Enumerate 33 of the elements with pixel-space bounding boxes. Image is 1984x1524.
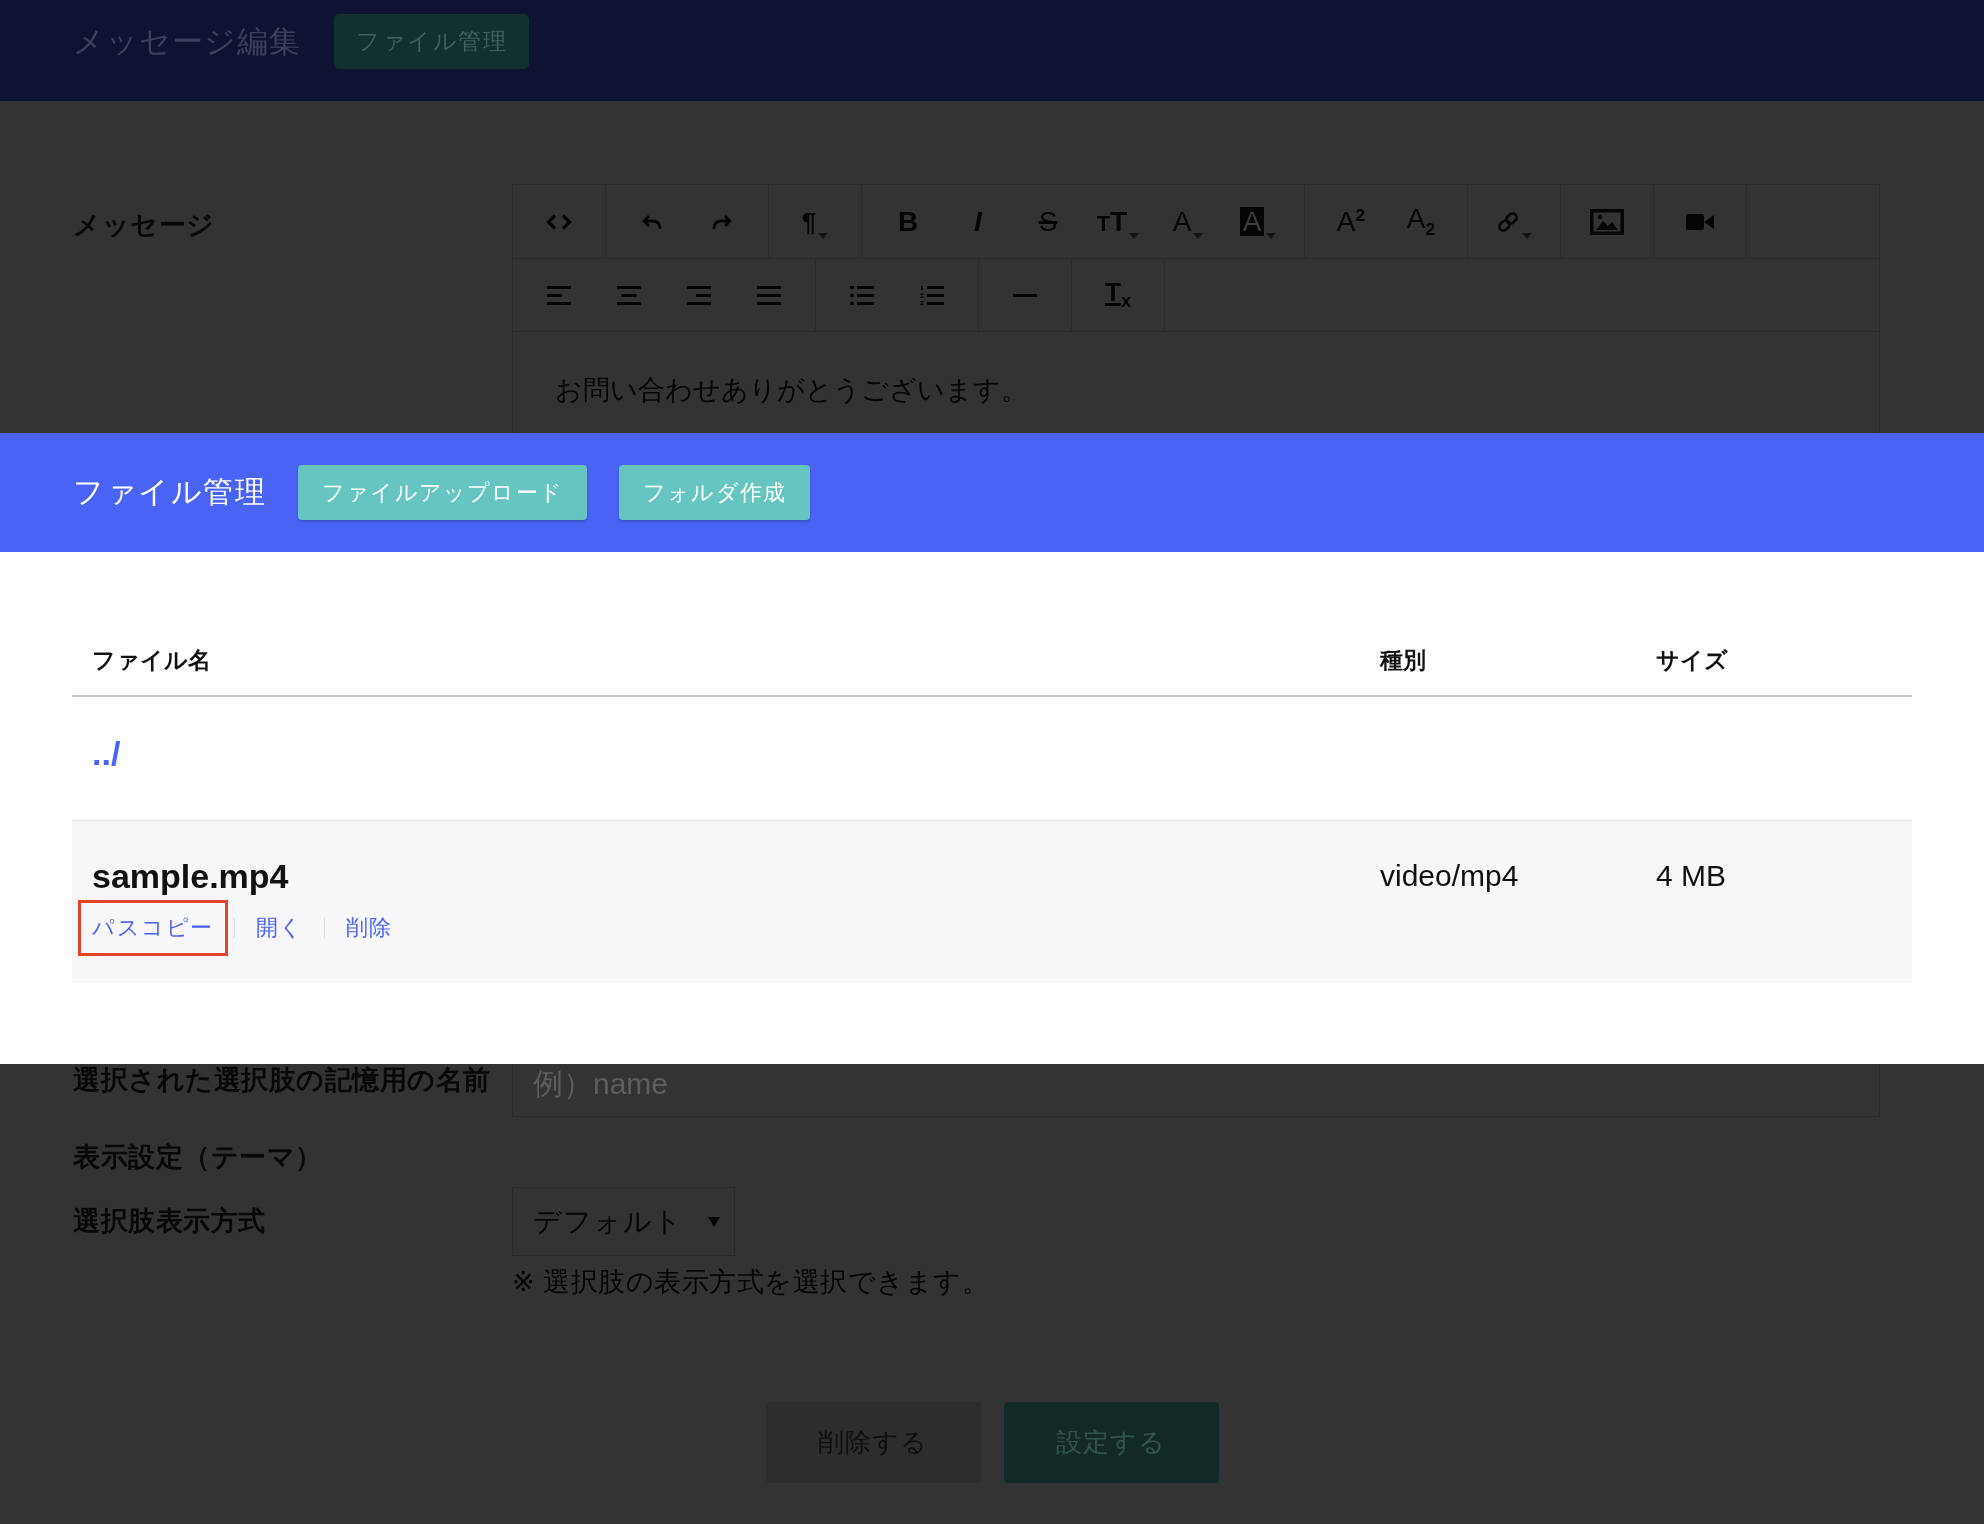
paragraph-format-button[interactable]: ¶ — [780, 185, 850, 258]
caret-icon — [818, 232, 829, 239]
numbered-list-icon — [920, 285, 944, 305]
horizontal-line-icon — [1013, 293, 1037, 297]
action-link[interactable]: パスコピー — [78, 900, 228, 956]
bullet-list-icon — [850, 285, 874, 305]
code-icon — [546, 213, 572, 230]
redo-icon — [711, 213, 733, 230]
column-header: サイズ — [1655, 646, 1728, 675]
image-icon — [1590, 208, 1624, 235]
file-name: sample.mp4 — [92, 856, 289, 896]
caret-icon — [1193, 232, 1204, 239]
action-link[interactable]: 削除 — [331, 900, 407, 956]
modal-button[interactable]: ファイルアップロード — [298, 465, 587, 520]
modal-button[interactable]: フォルダ作成 — [619, 465, 811, 520]
column-header: 種別 — [1379, 646, 1426, 675]
table-cell-text: video/mp4 — [1379, 858, 1519, 894]
link-icon — [1496, 209, 1520, 234]
table-cell-text: 4 MB — [1655, 858, 1727, 894]
align-center-icon — [617, 285, 641, 305]
caret-icon — [708, 1216, 720, 1227]
align-justify-icon — [757, 285, 781, 305]
parent-folder-link[interactable]: ../ — [92, 734, 121, 772]
caret-icon — [1522, 232, 1532, 239]
align-right-icon — [687, 285, 711, 305]
action-link[interactable]: 開く — [241, 900, 318, 956]
align-left-icon — [547, 285, 571, 305]
caret-icon — [1129, 232, 1140, 239]
undo-icon — [641, 213, 663, 230]
video-camera-icon — [1686, 212, 1714, 231]
column-header: ファイル名 — [91, 646, 211, 675]
caret-icon — [1266, 232, 1277, 239]
modal-title: ファイル管理 — [73, 474, 266, 510]
